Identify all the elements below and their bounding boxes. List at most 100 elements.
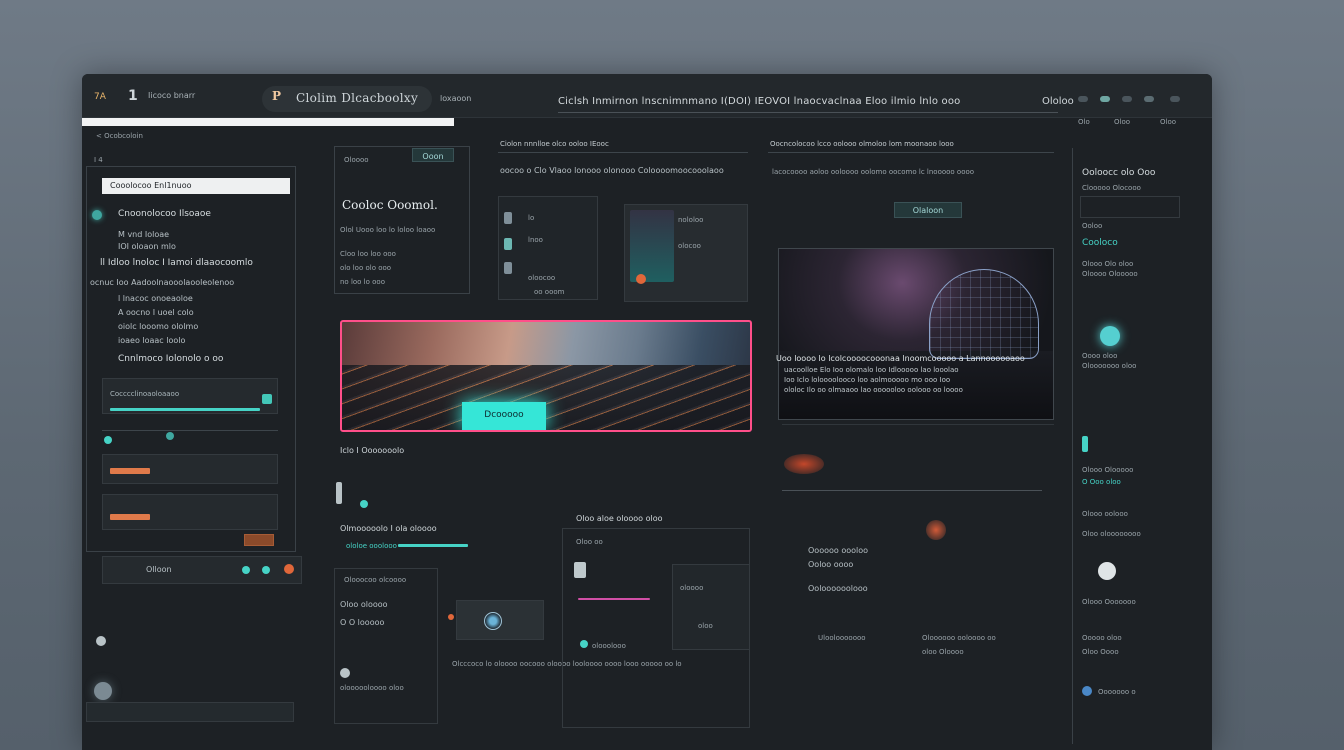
- media-item[interactable]: lo: [528, 214, 534, 222]
- record-icon[interactable]: [636, 274, 646, 284]
- window-control-icon[interactable]: [1144, 96, 1154, 102]
- sidebar-item[interactable]: Oloo Oooo: [1082, 648, 1119, 656]
- list-item[interactable]: Uloolooooooo: [818, 634, 866, 642]
- list-item[interactable]: l lnacoc onoeaoloe: [118, 294, 193, 303]
- sidebar-item[interactable]: Oloooo Olooooo: [1082, 270, 1138, 278]
- dome-image[interactable]: [778, 248, 1054, 420]
- search-input[interactable]: Cooolocoo Enl1nuoo: [102, 178, 290, 194]
- glow-icon: [784, 454, 824, 474]
- list-item[interactable]: Oloo oloooo: [340, 600, 388, 609]
- sidebar-item[interactable]: Ooooo oloo: [1082, 634, 1122, 642]
- section-sub: ololoe ooolooo: [346, 542, 397, 550]
- eye-icon[interactable]: [484, 612, 502, 630]
- app-title: Clolim Dlcacboolxy: [296, 91, 419, 105]
- window-control-icon[interactable]: [1078, 96, 1088, 102]
- media-item[interactable]: oloocoo: [528, 274, 555, 282]
- list-item[interactable]: oiolc looomo ololmo: [118, 322, 198, 331]
- app-subtitle[interactable]: loxaoon: [440, 94, 471, 103]
- hero-caption: Iclo I Ooooooolo: [340, 446, 405, 455]
- list-item[interactable]: Ooloooooolooo: [808, 584, 868, 593]
- app-mark: 1: [128, 88, 138, 104]
- hero-image[interactable]: Dcooooo: [340, 320, 752, 432]
- sidebar-item[interactable]: Olooo Ooooooo: [1082, 598, 1136, 606]
- list-item[interactable]: IOI oloaon mlo: [118, 242, 176, 251]
- sidebar-top[interactable]: Oloo: [1114, 118, 1130, 126]
- list-item[interactable]: oloooo: [680, 584, 703, 592]
- slider-knob[interactable]: [504, 212, 512, 224]
- logo-glyph: P: [272, 89, 282, 103]
- list-item[interactable]: ioaeo loaac loolo: [118, 336, 185, 345]
- back-link[interactable]: I 4: [94, 156, 103, 164]
- window-control-icon[interactable]: [1122, 96, 1132, 102]
- list-item[interactable]: Oloooooo ooloooo oo: [922, 634, 996, 642]
- nav-text[interactable]: Iicoco bnarr: [148, 91, 195, 100]
- sidebar-item[interactable]: Olooo Olooooo: [1082, 466, 1133, 474]
- slider-knob[interactable]: [504, 262, 512, 274]
- sidebar-top[interactable]: Olo: [1078, 118, 1090, 126]
- user-icon[interactable]: [96, 636, 106, 646]
- media-thumbnail[interactable]: [630, 210, 674, 282]
- teal-bar: [398, 544, 468, 547]
- dome-shape: [929, 269, 1039, 359]
- media-item[interactable]: oo ooom: [534, 288, 564, 296]
- list-item[interactable]: ocnuc Ioo Aadoolnaooolaooleolenoo: [90, 278, 234, 287]
- card-line: olo loo olo ooo: [340, 264, 392, 272]
- list-item[interactable]: O O looooo: [340, 618, 384, 627]
- sidebar-item[interactable]: Oooo oloo: [1082, 352, 1117, 360]
- level-bar: [110, 468, 150, 474]
- list-item[interactable]: ll Idloo lnoloc I Iamoi dlaaocoomlo: [100, 258, 253, 268]
- sidebar-item[interactable]: Ooooooo o: [1098, 688, 1136, 696]
- list-item[interactable]: Cnnlmoco Iolonolo o oo: [118, 354, 223, 364]
- avatar[interactable]: [94, 682, 112, 700]
- sidebar-item[interactable]: Ooloo: [1082, 222, 1102, 230]
- sidebar-item[interactable]: Olooo oolooo: [1082, 510, 1128, 518]
- menu-underline: [558, 112, 1058, 113]
- menu-right[interactable]: Ololoo: [1042, 96, 1074, 107]
- list-item[interactable]: oloooooloooo oloo: [340, 684, 404, 692]
- sidebar-title: Ooloocc olo Ooo: [1082, 168, 1156, 178]
- main-menu[interactable]: Ciclsh Inmirnon lnscnimnmano I(DOI) IEOV…: [558, 96, 960, 107]
- wand-icon[interactable]: [574, 562, 586, 578]
- app-id: 7A: [94, 92, 106, 102]
- divider: [102, 430, 278, 431]
- sidebar-item[interactable]: O Ooo oloo: [1082, 478, 1121, 486]
- divider: [782, 490, 1042, 491]
- settings-icon[interactable]: [1098, 562, 1116, 580]
- slider-knob[interactable]: [504, 238, 512, 250]
- column-header: Oocncolocoo lcco oolooo olmoloo lom moon…: [770, 140, 954, 148]
- window-control-icon[interactable]: [1100, 96, 1110, 102]
- list-item[interactable]: oloo Oloooo: [922, 648, 964, 656]
- window-control-icon[interactable]: [1170, 96, 1180, 102]
- tile-item: olocoo: [678, 242, 701, 250]
- list-item[interactable]: olooolooo: [592, 642, 626, 650]
- hero-badge[interactable]: Dcooooo: [462, 402, 546, 430]
- list-item[interactable]: Ooloo oooo: [808, 560, 853, 569]
- card-tag: Oloooo: [344, 156, 369, 164]
- sidebar-item[interactable]: Cooloco: [1082, 238, 1118, 248]
- glow-icon: [926, 520, 946, 540]
- list-item[interactable]: oloo: [698, 622, 713, 630]
- status-strip: [86, 702, 294, 722]
- sidebar-item[interactable]: Oloo oloooooooo: [1082, 530, 1141, 538]
- sidebar-item[interactable]: Olooo Olo oloo: [1082, 260, 1133, 268]
- list-item[interactable]: Olooocoo olcoooo: [344, 576, 406, 584]
- circle-icon: [340, 668, 350, 678]
- action-button[interactable]: Olaloon: [894, 202, 962, 218]
- card-button[interactable]: Ooon: [412, 148, 454, 162]
- alert-icon[interactable]: [284, 564, 294, 574]
- info-icon[interactable]: [1082, 686, 1092, 696]
- dome-caption-title: Uoo loooo lo lcolcoooocooonaa lnoomcoooo…: [776, 354, 1025, 363]
- list-item[interactable]: A oocno I uoel colo: [118, 308, 194, 317]
- sidebar-top[interactable]: Oloo: [1160, 118, 1176, 126]
- orange-button[interactable]: [244, 534, 274, 546]
- breadcrumb[interactable]: < Ocobcoloin: [96, 132, 143, 140]
- dome-caption-line: uacoolloe Elo Ioo olomalo loo Idlooooo l…: [784, 366, 959, 374]
- column-subhead: lacocoooo aoloo ooloooo oolomo oocomo lc…: [772, 168, 975, 176]
- indicator-icon: [242, 566, 250, 574]
- status-icon: [92, 210, 102, 220]
- sidebar-item[interactable]: Olooooooo oloo: [1082, 362, 1136, 370]
- media-item[interactable]: lnoo: [528, 236, 543, 244]
- top-search-strip[interactable]: [82, 118, 454, 126]
- list-item[interactable]: M vnd Ioloae: [118, 230, 169, 239]
- teal-toggle-icon[interactable]: [262, 394, 272, 404]
